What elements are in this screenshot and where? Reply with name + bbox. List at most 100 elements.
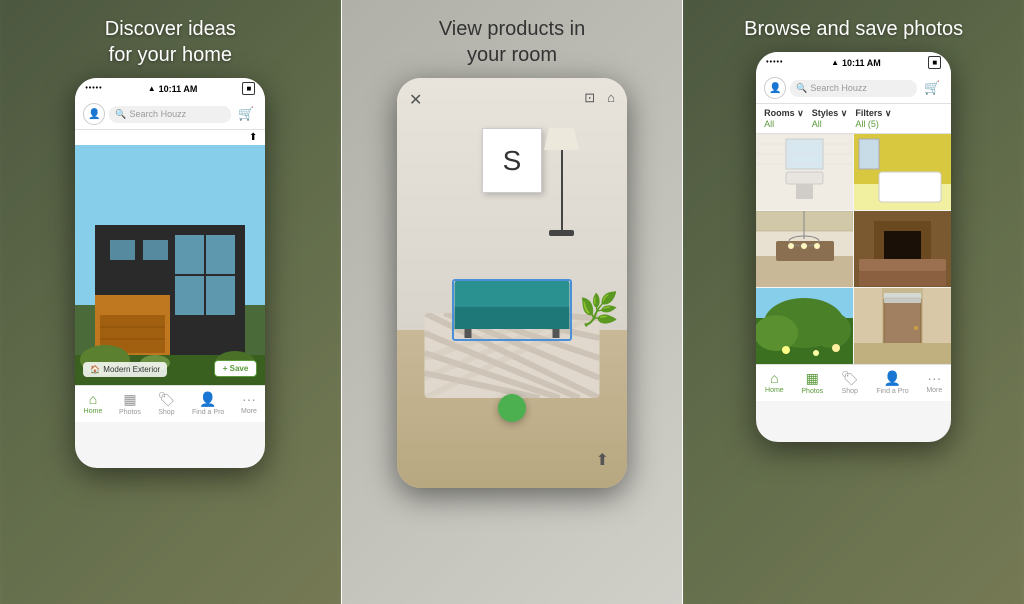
home-icon: ⌂ bbox=[89, 391, 97, 407]
nav-more-label: More bbox=[241, 408, 257, 415]
shop-icon: 🏷 bbox=[158, 391, 176, 408]
wifi-icon: ▲ bbox=[148, 84, 156, 93]
photos-icon-3: ▦ bbox=[806, 370, 819, 387]
nav-photos-label-3: Photos bbox=[801, 388, 823, 395]
ar-confirm-dot[interactable] bbox=[498, 394, 526, 422]
status-time-1: 10:11 AM bbox=[159, 84, 198, 94]
phone-mockup-3: ••••• ▲ 10:11 AM ■ 👤 🔍 Search Houzz 🛒 Ro… bbox=[756, 52, 951, 442]
panel-ar: View products in your room ✕ ⊡ ⌂ S bbox=[342, 0, 683, 604]
grid-photo-1[interactable] bbox=[756, 134, 853, 210]
grid-photo-6[interactable] bbox=[854, 288, 951, 364]
filter-rooms-label: Rooms ∨ bbox=[764, 108, 804, 119]
search-bar-3: 👤 🔍 Search Houzz 🛒 bbox=[756, 73, 951, 104]
nav-shop-1[interactable]: 🏷 Shop bbox=[158, 391, 176, 416]
panel2-title: View products in your room bbox=[419, 0, 605, 78]
panel3-title: Browse and save photos bbox=[724, 0, 983, 52]
nav-findpro-label-3: Find a Pro bbox=[876, 388, 908, 395]
filter-filters-value: All (5) bbox=[855, 119, 891, 129]
search-field-1[interactable]: 🔍 Search Houzz bbox=[109, 106, 231, 123]
ar-selection-box bbox=[452, 279, 572, 341]
findpro-icon: 👤 bbox=[199, 391, 216, 408]
panel1-title: Discover ideas for your home bbox=[85, 0, 256, 78]
nav-photos-label: Photos bbox=[119, 409, 141, 416]
photo-grid bbox=[756, 134, 951, 364]
ar-phone-mockup: ✕ ⊡ ⌂ S 🌿 bbox=[397, 78, 627, 488]
photo-label-text: Modern Exterior bbox=[103, 365, 160, 374]
divider-1-2 bbox=[341, 0, 342, 604]
nav-home-label: Home bbox=[84, 408, 103, 415]
cart-icon-3[interactable]: 🛒 bbox=[921, 77, 943, 99]
ar-screen: ✕ ⊡ ⌂ S 🌿 bbox=[397, 78, 627, 488]
search-icon: 🔍 bbox=[115, 109, 126, 120]
divider-2-3 bbox=[682, 0, 683, 604]
nav-photos-1[interactable]: ▦ Photos bbox=[119, 391, 141, 416]
filter-rooms-value: All bbox=[764, 119, 804, 129]
nav-more-label-3: More bbox=[926, 387, 942, 394]
nav-more-1[interactable]: ··· More bbox=[241, 391, 257, 416]
share-icon[interactable]: ⬆ bbox=[249, 132, 257, 143]
ar-share-icon[interactable]: ⬆ bbox=[596, 450, 609, 470]
battery-icon: ■ bbox=[242, 82, 255, 95]
home-icon-3: ⌂ bbox=[770, 370, 778, 386]
ar-floor-lamp bbox=[544, 128, 579, 238]
filter-styles-value: All bbox=[812, 119, 848, 129]
signal-dots-3: ••••• bbox=[766, 59, 783, 66]
grid-photo-3[interactable] bbox=[756, 211, 853, 287]
nav-home-1[interactable]: ⌂ Home bbox=[84, 391, 103, 416]
filter-filters-label: Filters ∨ bbox=[855, 108, 891, 119]
more-icon-3: ··· bbox=[927, 370, 941, 386]
status-bar-3: ••••• ▲ 10:11 AM ■ bbox=[756, 52, 951, 73]
avatar-3: 👤 bbox=[764, 77, 786, 99]
save-button-1[interactable]: + Save bbox=[214, 360, 258, 377]
ar-camera-icon[interactable]: ⊡ bbox=[584, 90, 595, 110]
bottom-nav-3: ⌂ Home ▦ Photos 🏷 Shop 👤 Find a Pro ··· … bbox=[756, 364, 951, 401]
filter-filters[interactable]: Filters ∨ All (5) bbox=[855, 108, 891, 129]
phone-mockup-1: ••••• ▲ 10:11 AM ■ 👤 🔍 Search Houzz 🛒 ⬆ bbox=[75, 78, 265, 468]
more-icon: ··· bbox=[242, 391, 256, 407]
lamp-feet bbox=[549, 230, 574, 236]
search-field-3[interactable]: 🔍 Search Houzz bbox=[790, 80, 917, 97]
search-placeholder-1: Search Houzz bbox=[130, 109, 187, 119]
search-placeholder-3: Search Houzz bbox=[810, 83, 867, 93]
filter-styles[interactable]: Styles ∨ All bbox=[812, 108, 848, 129]
nav-findpro-3[interactable]: 👤 Find a Pro bbox=[876, 370, 908, 395]
grid-photo-4[interactable] bbox=[854, 211, 951, 287]
findpro-icon-3: 👤 bbox=[884, 370, 901, 387]
share-row: ⬆ bbox=[75, 130, 265, 145]
cart-icon-1[interactable]: 🛒 bbox=[235, 103, 257, 125]
wifi-icon-3: ▲ bbox=[831, 58, 839, 67]
filter-styles-label: Styles ∨ bbox=[812, 108, 848, 119]
nav-shop-label-3: Shop bbox=[842, 388, 858, 395]
photo-label-1: 🏠 Modern Exterior bbox=[83, 362, 167, 377]
battery-icon-3: ■ bbox=[928, 56, 941, 69]
ar-close-icon[interactable]: ✕ bbox=[409, 90, 422, 110]
lamp-pole bbox=[561, 150, 563, 230]
panel-browse: Browse and save photos ••••• ▲ 10:11 AM … bbox=[683, 0, 1024, 604]
lamp-shade bbox=[544, 128, 579, 150]
nav-home-3[interactable]: ⌂ Home bbox=[765, 370, 784, 395]
house-illustration: 🏠 Modern Exterior + Save bbox=[75, 145, 265, 385]
bottom-nav-1: ⌂ Home ▦ Photos 🏷 Shop 👤 Find a Pro ··· … bbox=[75, 385, 265, 422]
ar-plant: 🌿 bbox=[579, 290, 619, 328]
signal-dots: ••••• bbox=[85, 85, 102, 92]
panel-discover: Discover ideas for your home ••••• ▲ 10:… bbox=[0, 0, 341, 604]
status-bar-1: ••••• ▲ 10:11 AM ■ bbox=[75, 78, 265, 99]
shop-icon-3: 🏷 bbox=[841, 370, 859, 387]
filter-rooms[interactable]: Rooms ∨ All bbox=[764, 108, 804, 129]
grid-photo-2[interactable] bbox=[854, 134, 951, 210]
search-bar-1: 👤 🔍 Search Houzz 🛒 bbox=[75, 99, 265, 130]
nav-more-3[interactable]: ··· More bbox=[926, 370, 942, 395]
status-time-3: 10:11 AM bbox=[842, 58, 881, 68]
nav-home-label-3: Home bbox=[765, 387, 784, 394]
filter-bar: Rooms ∨ All Styles ∨ All Filters ∨ All (… bbox=[756, 104, 951, 134]
avatar-1: 👤 bbox=[83, 103, 105, 125]
house-image: 🏠 Modern Exterior + Save bbox=[75, 145, 265, 385]
nav-findpro-1[interactable]: 👤 Find a Pro bbox=[192, 391, 224, 416]
grid-photo-5[interactable] bbox=[756, 288, 853, 364]
nav-shop-3[interactable]: 🏷 Shop bbox=[841, 370, 859, 395]
nav-findpro-label: Find a Pro bbox=[192, 409, 224, 416]
ar-furniture-icon[interactable]: ⌂ bbox=[607, 90, 615, 110]
photo-label-icon: 🏠 bbox=[90, 365, 100, 374]
nav-photos-3[interactable]: ▦ Photos bbox=[801, 370, 823, 395]
nav-shop-label: Shop bbox=[158, 409, 174, 416]
